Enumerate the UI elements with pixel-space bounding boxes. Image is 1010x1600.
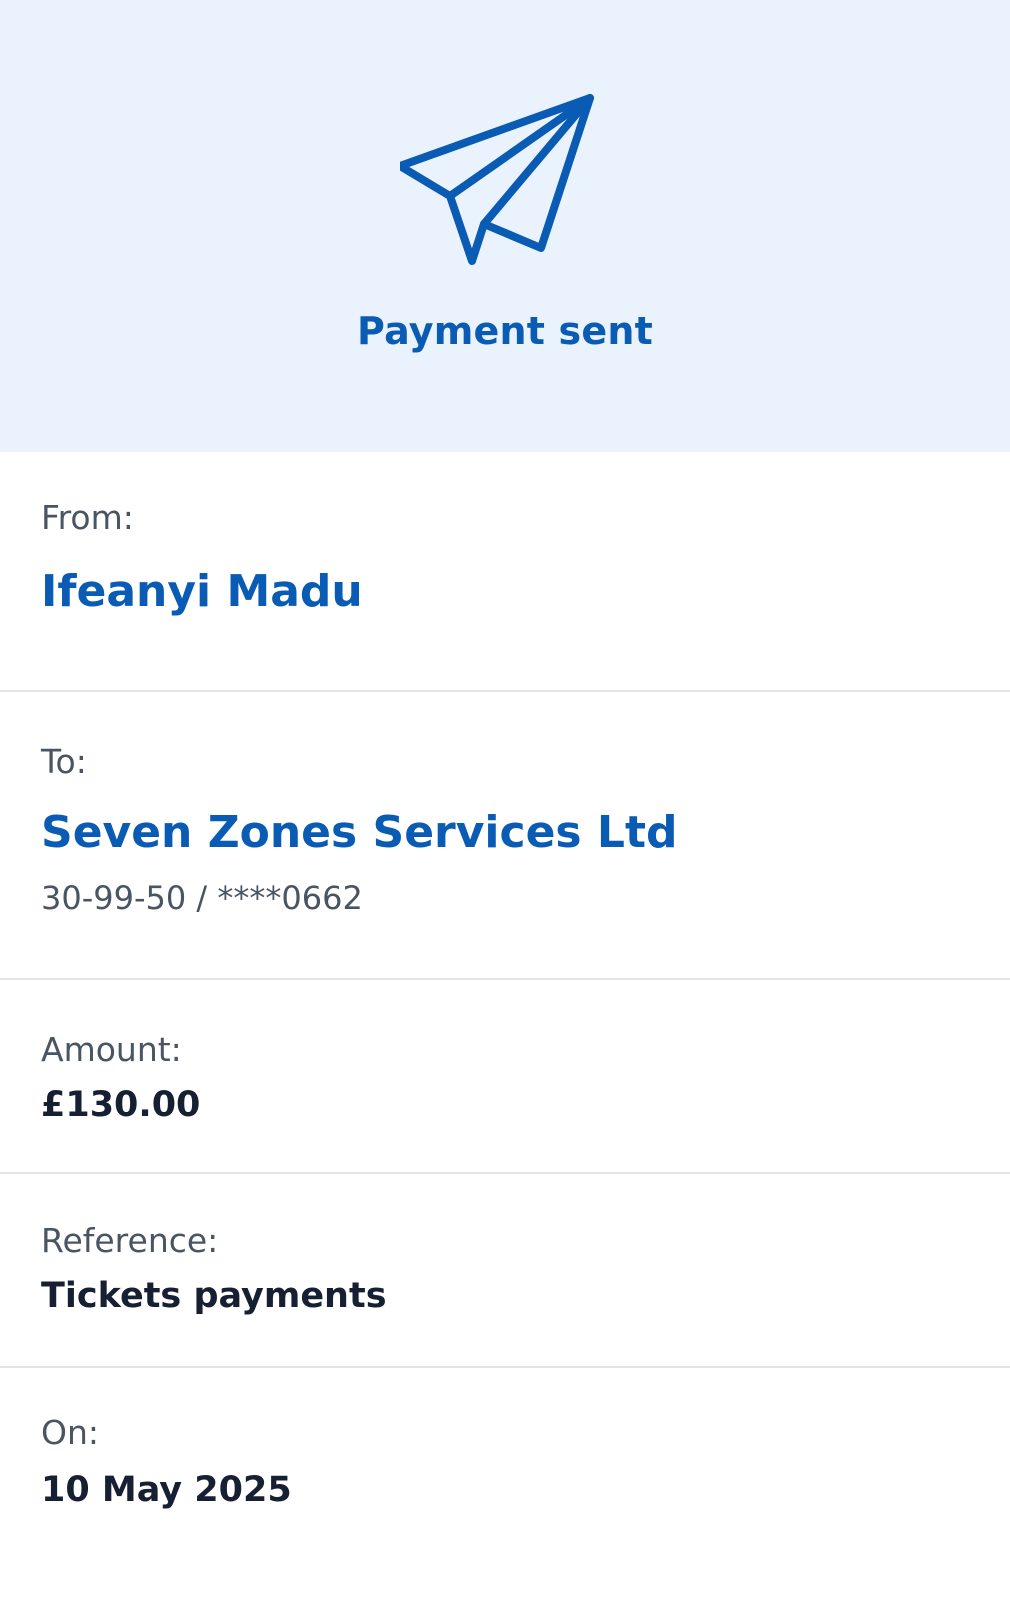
date-value: 10 May 2025 — [41, 1470, 292, 1510]
from-label: From: — [41, 498, 134, 537]
sender-name: Ifeanyi Madu — [41, 566, 363, 617]
paper-plane-icon — [400, 94, 594, 265]
amount-label: Amount: — [41, 1030, 182, 1069]
payment-status-header: Payment sent — [0, 0, 1010, 452]
payment-confirmation-screen: Payment sent From: Ifeanyi Madu To: Seve… — [0, 0, 1010, 1600]
amount-section: Amount: £130.00 — [0, 980, 1010, 1174]
date-section: On: 10 May 2025 — [0, 1368, 1010, 1600]
payment-status-title: Payment sent — [357, 309, 653, 353]
reference-label: Reference: — [41, 1221, 219, 1260]
to-section: To: Seven Zones Services Ltd 30-99-50 / … — [0, 692, 1010, 980]
recipient-name: Seven Zones Services Ltd — [41, 807, 678, 858]
from-section: From: Ifeanyi Madu — [0, 452, 1010, 692]
date-label: On: — [41, 1413, 100, 1452]
reference-section: Reference: Tickets payments — [0, 1174, 1010, 1368]
reference-value: Tickets payments — [41, 1276, 387, 1316]
recipient-account: 30-99-50 / ****0662 — [41, 879, 363, 917]
to-label: To: — [41, 742, 87, 781]
amount-value: £130.00 — [41, 1085, 201, 1125]
